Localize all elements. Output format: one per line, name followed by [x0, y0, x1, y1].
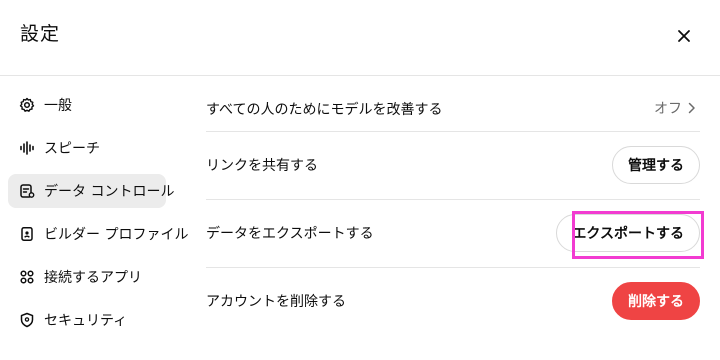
delete-account-button[interactable]: 削除する	[612, 282, 700, 320]
apps-grid-icon	[18, 268, 36, 286]
close-icon	[677, 29, 691, 43]
close-button[interactable]	[668, 20, 700, 52]
sidebar-item-label: データ コントロール	[44, 184, 175, 200]
sidebar-item-security[interactable]: セキュリティ	[8, 303, 166, 337]
settings-row-improve-model: すべての人のためにモデルを改善する オフ	[206, 88, 700, 132]
delete-account-label: アカウントを削除する	[206, 294, 346, 310]
improve-model-value: オフ	[654, 101, 682, 117]
data-controls-icon	[18, 182, 36, 200]
chevron-right-icon	[688, 102, 696, 114]
sidebar-item-label: 接続するアプリ	[44, 270, 142, 286]
settings-dialog: 設定 一般 スピーチ データ コントロール ビルダー プロファイル 接続するアプ…	[0, 0, 720, 360]
settings-row-export-data: データをエクスポートする エクスポートする	[206, 200, 700, 268]
data-controls-panel: すべての人のためにモデルを改善する オフ リンクを共有する 管理する データをエ…	[206, 88, 700, 336]
sidebar-item-label: スピーチ	[44, 141, 100, 157]
dialog-header: 設定	[0, 0, 720, 76]
sidebar-item-data-controls[interactable]: データ コントロール	[8, 174, 174, 208]
shield-icon	[18, 311, 36, 329]
sidebar-item-label: ビルダー プロファイル	[44, 227, 189, 243]
manage-shared-links-button[interactable]: 管理する	[612, 146, 700, 184]
settings-sidebar: 一般 スピーチ データ コントロール ビルダー プロファイル 接続するアプリ セ…	[8, 88, 188, 346]
sidebar-item-builder-profile[interactable]: ビルダー プロファイル	[8, 217, 188, 251]
sidebar-item-label: 一般	[44, 98, 72, 114]
settings-row-shared-links: リンクを共有する 管理する	[206, 132, 700, 200]
gear-icon	[18, 96, 36, 114]
sidebar-item-label: セキュリティ	[44, 313, 128, 329]
sidebar-item-connected-apps[interactable]: 接続するアプリ	[8, 260, 166, 294]
settings-row-delete-account: アカウントを削除する 削除する	[206, 268, 700, 336]
audio-wave-icon	[18, 139, 36, 157]
dialog-title: 設定	[20, 23, 61, 45]
sidebar-item-general[interactable]: 一般	[8, 88, 166, 122]
export-data-label: データをエクスポートする	[206, 226, 374, 242]
shared-links-label: リンクを共有する	[206, 158, 318, 174]
improve-model-toggle[interactable]: オフ	[654, 98, 696, 118]
sidebar-item-speech[interactable]: スピーチ	[8, 131, 166, 165]
export-data-button[interactable]: エクスポートする	[556, 214, 700, 252]
profile-card-icon	[18, 225, 36, 243]
improve-model-label: すべての人のためにモデルを改善する	[206, 102, 443, 118]
